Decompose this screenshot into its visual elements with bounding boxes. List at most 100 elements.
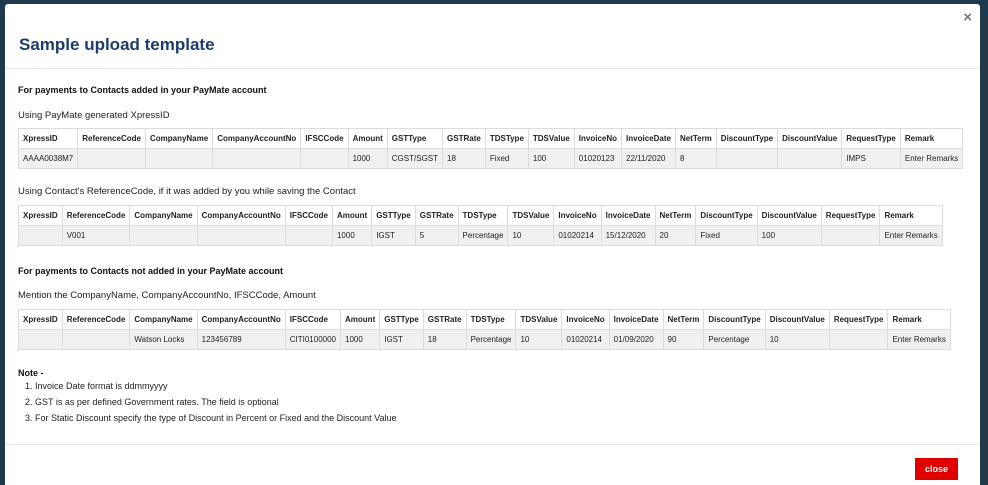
table-cell: Enter Remarks [887,329,951,350]
column-header: RequestType [841,128,901,149]
column-header: InvoiceDate [600,205,656,226]
column-header: ReferenceCode [77,128,146,149]
table-cell: 1000 [347,148,388,169]
table-header-row: XpressID ReferenceCode CompanyName CompanyA… [17,128,964,149]
table-cell: Fixed [484,148,529,169]
table-cell: IGST [379,329,424,350]
column-header: TDSType [465,309,517,330]
note-item: Invoice Date format is ddmmyyyy [35,378,397,394]
column-header: InvoiceDate [621,128,676,149]
table-cell [196,225,286,246]
table-cell: 01/09/2020 [608,329,664,350]
close-button[interactable]: close [915,458,958,480]
column-header: NetTerm [654,205,697,226]
table-cell: 5 [414,225,459,246]
table-cell: 90 [662,329,705,350]
column-header: NetTerm [662,309,705,330]
table-cell: 1000 [340,329,381,350]
section-contacts-not-added-title: For payments to Contacts not added in yo… [18,266,284,276]
column-header: DiscountType [703,309,766,330]
table-cell [715,148,779,169]
column-header: InvoiceNo [573,128,623,149]
column-header: ReferenceCode [61,309,131,330]
column-header: GSTRate [414,205,459,226]
column-header: DiscountType [715,128,779,149]
note-item: GST is as per defined Government rates. … [35,394,397,410]
note-item: For Static Discount specify the type of … [35,410,397,426]
column-header: CompanyName [129,205,198,226]
table-cell: 8 [674,148,717,169]
column-header: XpressID [18,309,63,330]
column-header: NetTerm [674,128,717,149]
modal-title: Sample upload template [19,35,215,54]
table-cell: 22/11/2020 [621,148,676,169]
table-header-row: XpressID ReferenceCode CompanyName CompanyA… [18,205,943,226]
column-header: Amount [331,205,373,226]
table-cell [129,225,198,246]
column-header: TDSValue [515,309,563,330]
table-cell: 18 [422,329,467,350]
column-header: DiscountValue [764,309,830,330]
table-cell: 100 [756,225,822,246]
modal-header: Sample upload template × [5,4,980,69]
column-header: GSTRate [422,309,467,330]
referencecode-subtitle: Using Contact's ReferenceCode, if it was… [18,186,356,197]
column-header: DiscountValue [756,205,822,226]
table-cell: 100 [527,148,575,169]
table-cell [828,329,889,350]
table-cell: 10 [507,225,555,246]
table-cell: 18 [442,148,486,169]
column-header: InvoiceNo [553,205,602,226]
table-cell: Percentage [703,329,766,350]
table-header-row: XpressID ReferenceCode CompanyName CompanyA… [18,309,951,330]
column-header: Amount [340,309,381,330]
column-header: TDSType [457,205,509,226]
column-header: CompanyAccountNo [196,205,286,226]
table-cell [284,225,333,246]
notes-list: Invoice Date format is ddmmyyyy GST is a… [19,378,397,426]
referencecode-template-table: XpressID ReferenceCode CompanyName CompanyA… [18,205,943,246]
table-cell: 10 [515,329,563,350]
xpressid-template-table: XpressID ReferenceCode CompanyName CompanyA… [17,128,964,169]
column-header: DiscountValue [777,128,843,149]
column-header: CompanyAccountNo [196,309,286,330]
table-cell: Percentage [457,225,509,246]
table-cell: 123456789 [196,329,286,350]
table-cell: Enter Remarks [879,225,943,246]
column-header: TDSValue [527,128,575,149]
table-cell: Enter Remarks [899,148,964,169]
table-cell: 10 [764,329,830,350]
column-header: XpressID [17,128,79,149]
table-cell: 01020123 [573,148,623,169]
table-cell [77,148,146,169]
table-cell: IGST [371,225,416,246]
table-cell: Watson Locks [129,329,198,350]
table-cell: Fixed [695,225,758,246]
xpressid-subtitle: Using PayMate generated XpressID [18,110,170,121]
new-contact-subtitle: Mention the CompanyName, CompanyAccountN… [18,290,316,301]
table-cell: Percentage [465,329,517,350]
column-header: CompanyAccountNo [212,128,302,149]
column-header: RequestType [828,309,889,330]
table-cell: CGST/SGST [386,148,444,169]
table-cell: 20 [654,225,697,246]
column-header: InvoiceDate [608,309,664,330]
table-row: AAAA0038M7 1000 CGST/SGST 18 Fixed 100 0102012… [17,148,964,169]
column-header: XpressID [18,205,63,226]
close-icon[interactable]: × [963,10,972,26]
column-header: IFSCCode [300,128,349,149]
column-header: GSTType [386,128,444,149]
column-header: RequestType [820,205,881,226]
column-header: InvoiceNo [561,309,610,330]
table-cell: CITI0100000 [284,329,342,350]
table-cell: IMPS [841,148,901,169]
note-title: Note - [18,368,44,378]
table-cell [144,148,214,169]
column-header: Remark [899,128,964,149]
table-cell: 01020214 [561,329,610,350]
table-cell [300,148,349,169]
column-header: Remark [887,309,951,330]
column-header: Amount [347,128,388,149]
table-cell [18,225,63,246]
column-header: TDSValue [507,205,555,226]
